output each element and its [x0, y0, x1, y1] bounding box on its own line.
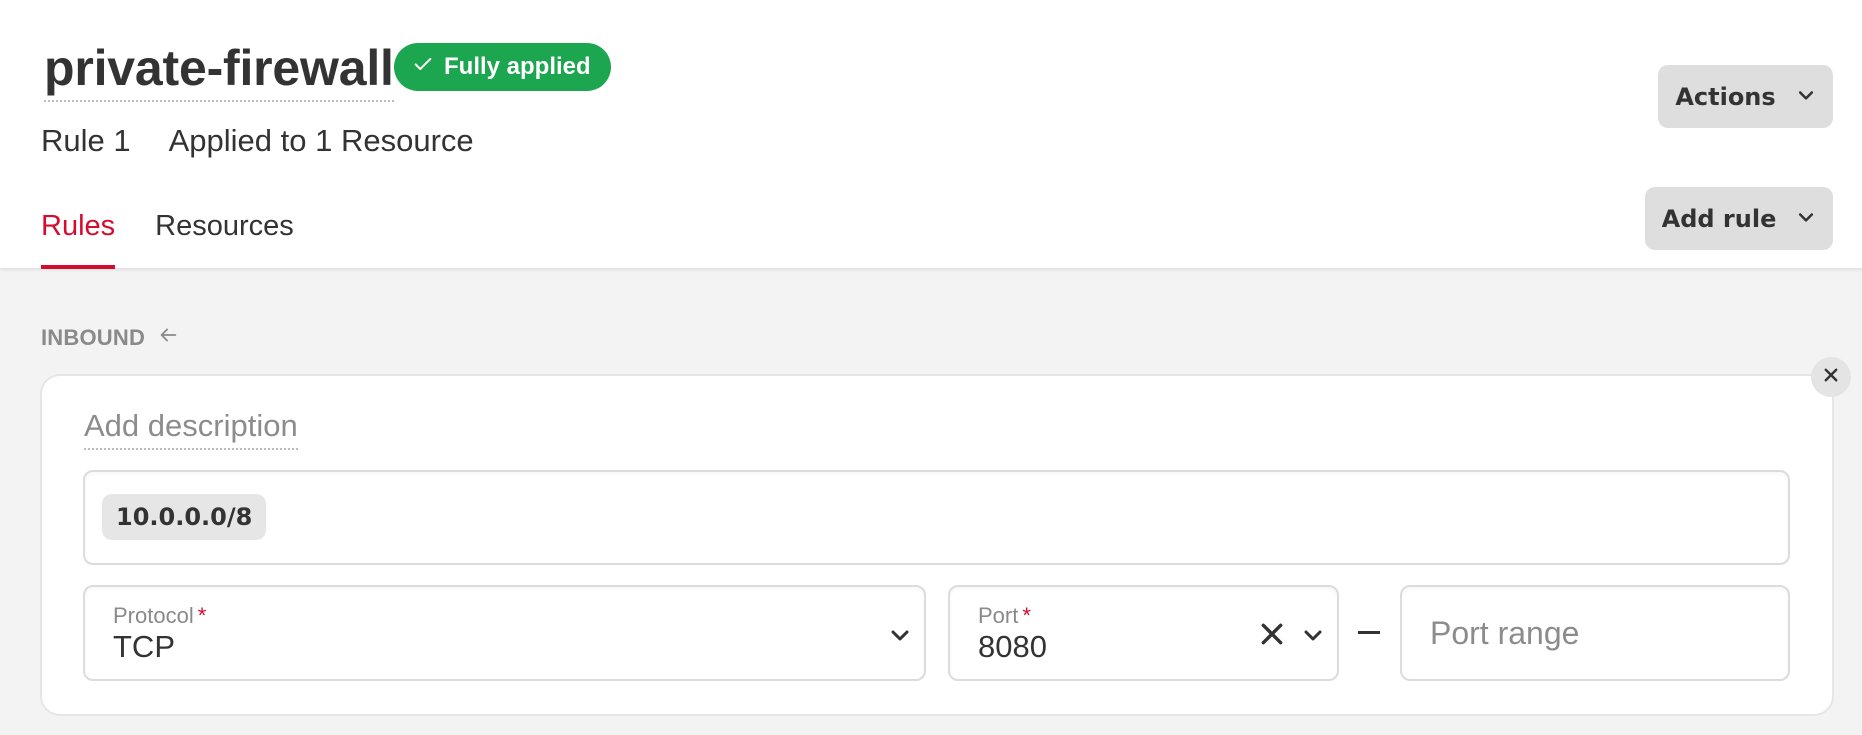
arrow-left-icon	[157, 324, 179, 352]
rule-description-field[interactable]: Add description	[84, 404, 298, 450]
protocol-label-text: Protocol	[113, 603, 194, 628]
port-label: Port *	[978, 603, 1031, 629]
tabs: Rules Resources	[41, 206, 294, 269]
applied-to-count: Applied to 1 Resource	[168, 123, 474, 158]
port-range-input[interactable]	[1402, 587, 1788, 679]
port-label-text: Port	[978, 603, 1019, 628]
status-badge: Fully applied	[394, 43, 611, 91]
actions-button-label: Actions	[1675, 82, 1776, 111]
inbound-label-text: INBOUND	[41, 325, 146, 350]
firewall-summary: Rule 1 Applied to 1 Resource	[41, 122, 474, 160]
tab-rules[interactable]: Rules	[41, 206, 116, 269]
protocol-value: TCP	[113, 629, 175, 664]
add-rule-button-label: Add rule	[1661, 204, 1777, 233]
rule-count: Rule 1	[41, 123, 131, 158]
add-rule-button[interactable]: Add rule	[1645, 187, 1833, 250]
chevron-down-icon[interactable]	[888, 623, 912, 647]
source-chip[interactable]: 10.0.0.0/8	[102, 494, 267, 540]
protocol-select[interactable]: Protocol * TCP	[83, 585, 926, 681]
range-separator	[1358, 631, 1380, 634]
page-header: private-firewall Fully applied Rule 1 Ap…	[0, 0, 1862, 269]
tab-resources[interactable]: Resources	[155, 206, 294, 269]
port-value: 8080	[978, 629, 1047, 664]
status-badge-label: Fully applied	[444, 53, 591, 80]
actions-button[interactable]: Actions	[1658, 65, 1833, 128]
port-select[interactable]: Port * 8080	[948, 585, 1339, 681]
chevron-down-icon[interactable]	[1301, 623, 1325, 647]
check-icon	[412, 53, 434, 82]
remove-rule-button[interactable]	[1811, 357, 1851, 397]
page-title[interactable]: private-firewall	[44, 38, 394, 102]
close-icon	[1822, 366, 1840, 389]
clear-icon[interactable]	[1259, 621, 1285, 647]
port-range-field[interactable]	[1400, 585, 1790, 681]
chevron-down-icon	[1796, 205, 1816, 233]
inbound-section-label: INBOUND	[41, 324, 179, 352]
protocol-label: Protocol *	[113, 603, 206, 629]
required-marker: *	[1022, 603, 1031, 628]
sources-input[interactable]: 10.0.0.0/8	[83, 470, 1790, 565]
required-marker: *	[197, 603, 207, 628]
chevron-down-icon	[1796, 83, 1816, 111]
